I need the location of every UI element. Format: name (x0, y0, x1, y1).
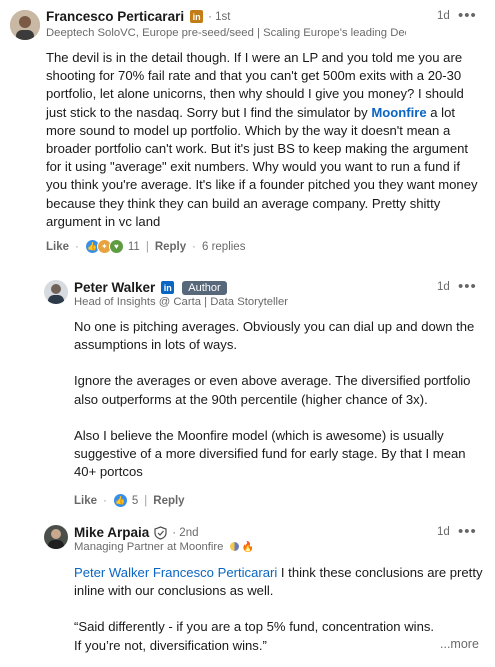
reactions[interactable]: 👍 ✦ ♥ 11 (84, 239, 140, 254)
like-button[interactable]: Like (46, 241, 69, 253)
author-headline: Managing Partner at Moonfire 🔥 (74, 541, 255, 553)
author-badge: Author (182, 280, 227, 295)
author-headline: Head of Insights @ Carta | Data Storytel… (74, 296, 289, 308)
mention-link[interactable]: Moonfire (371, 105, 426, 120)
connection-degree: · 1st (208, 10, 231, 23)
comment-text: The devil is in the detail though. If I … (46, 50, 478, 229)
comment-mike: Mike Arpaia · 2nd Managing Partner at Mo… (0, 515, 495, 667)
overflow-menu-icon[interactable]: ••• (458, 524, 477, 539)
support-reaction-icon: ♥ (108, 239, 124, 254)
comment-actions: Like · 👍 5 | Reply (74, 493, 185, 508)
avatar[interactable] (44, 525, 68, 549)
see-more-button[interactable]: ...more (440, 637, 479, 651)
like-reaction-icon: 👍 (112, 493, 128, 508)
reaction-count: 11 (127, 240, 140, 253)
comment-text: No one is pitching averages. Obviously y… (74, 319, 475, 480)
overflow-menu-icon[interactable]: ••• (458, 279, 477, 294)
reply-button[interactable]: Reply (155, 241, 186, 253)
author-name[interactable]: Francesco Perticarari (46, 9, 184, 24)
fire-emoji-icon: 🔥 (241, 542, 255, 553)
moon-emoji-icon (229, 542, 239, 551)
verified-shield-icon (154, 525, 167, 540)
linkedin-premium-icon: in (161, 281, 175, 294)
author-name[interactable]: Peter Walker (74, 280, 155, 295)
like-button[interactable]: Like (74, 495, 97, 507)
timestamp: 1d (437, 281, 450, 293)
reaction-count: 5 (131, 494, 139, 507)
mention-link[interactable]: Francesco Perticarari (153, 565, 277, 580)
timestamp: 1d (437, 10, 450, 22)
timestamp: 1d (437, 526, 450, 538)
replies-count[interactable]: 6 replies (202, 241, 245, 253)
linkedin-premium-icon: in (190, 10, 204, 23)
avatar[interactable] (44, 280, 68, 304)
author-line: Peter Walker in Author (74, 280, 227, 295)
connection-degree: · 2nd (172, 526, 199, 539)
avatar[interactable] (10, 10, 40, 40)
author-name[interactable]: Mike Arpaia (74, 525, 149, 540)
comment-text: Peter Walker Francesco Perticarari I thi… (74, 565, 483, 653)
author-line: Mike Arpaia · 2nd (74, 525, 199, 540)
reply-button[interactable]: Reply (153, 495, 184, 507)
comment-francesco: Francesco Perticarari in · 1st Deeptech … (0, 0, 495, 265)
comment-actions: Like · 👍 ✦ ♥ 11 | Reply · 6 replies (46, 239, 246, 254)
overflow-menu-icon[interactable]: ••• (458, 8, 477, 23)
mention-link[interactable]: Peter Walker (74, 565, 149, 580)
comment-peter: Peter Walker in Author Head of Insights … (0, 265, 495, 515)
reactions[interactable]: 👍 5 (112, 493, 139, 508)
author-headline: Deeptech SoloVC, Europe pre-seed/seed | … (46, 27, 406, 39)
author-line: Francesco Perticarari in · 1st (46, 9, 230, 24)
